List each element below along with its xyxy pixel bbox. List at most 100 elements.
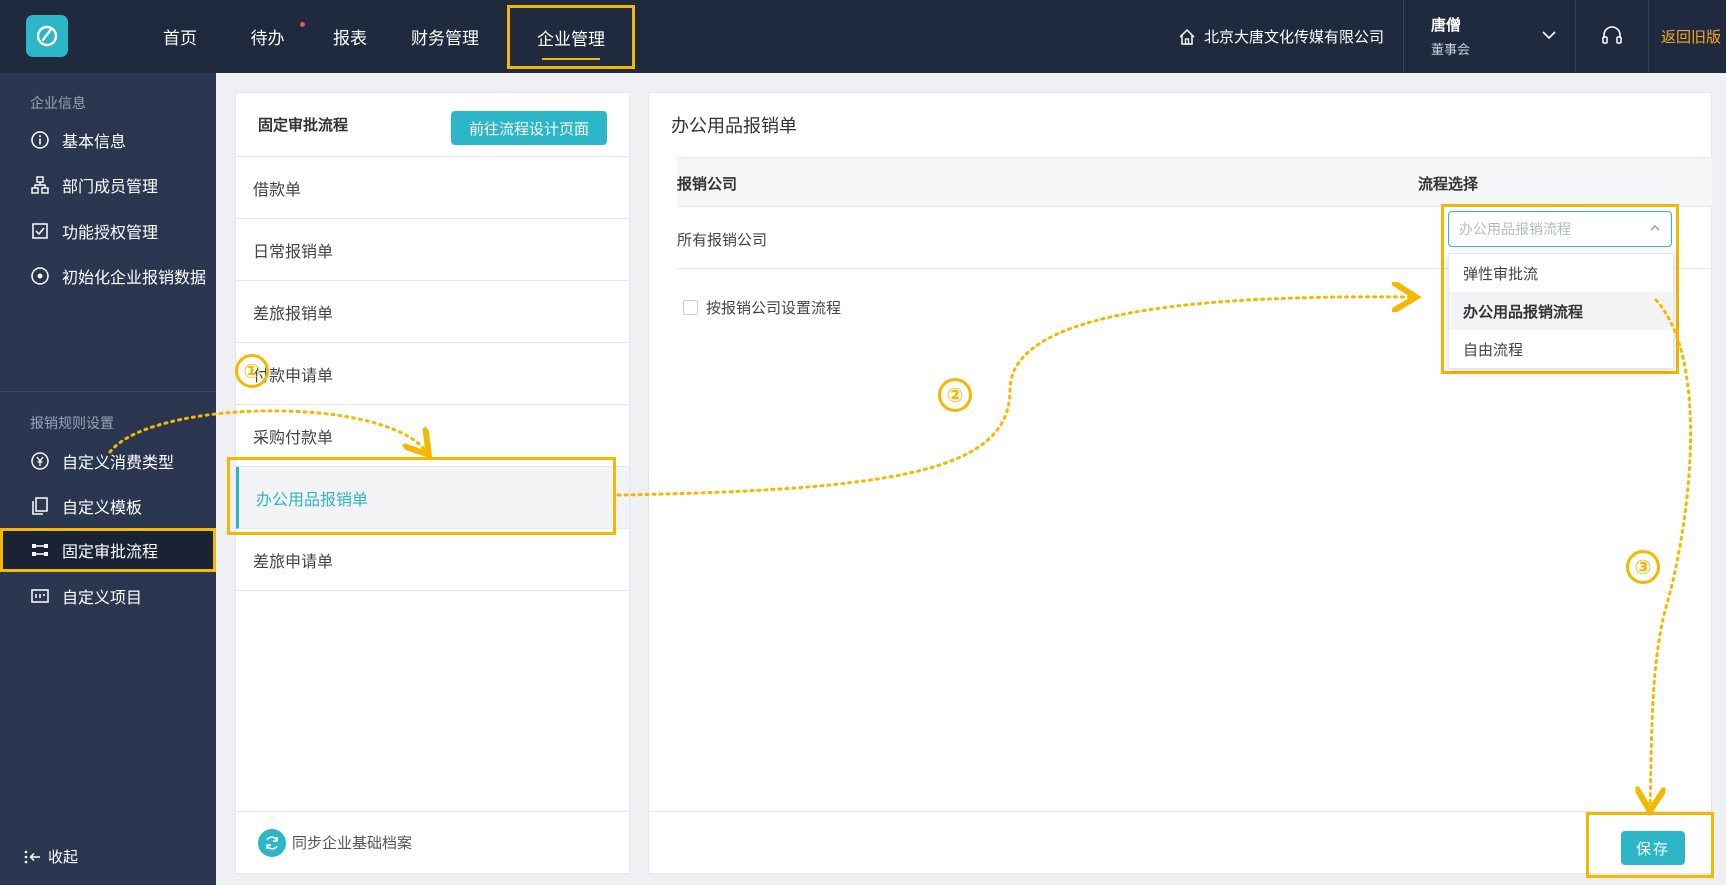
home-icon: [1179, 28, 1195, 45]
panel-title: 固定审批流程: [258, 117, 349, 134]
sidebar-item-init-data[interactable]: 初始化企业报销数据: [0, 254, 216, 298]
list-item-travel-request[interactable]: 差旅申请单: [236, 529, 629, 591]
back-old-label: 返回旧版: [1661, 29, 1722, 46]
sidebar-section-reimbursement-rules: 报销规则设置: [30, 415, 114, 431]
option-flexible-approval[interactable]: 弹性审批流: [1449, 254, 1673, 292]
sidebar-item-custom-template[interactable]: 自定义模板: [0, 484, 216, 528]
sidebar-item-function-authorization[interactable]: 功能授权管理: [0, 209, 216, 253]
user-menu[interactable]: 唐僧 董事会: [1431, 14, 1470, 58]
nav-home[interactable]: 首页: [130, 0, 230, 73]
back-to-old-version-link[interactable]: 返回旧版: [1661, 0, 1721, 73]
list-item-daily-reimbursement[interactable]: 日常报销单: [236, 219, 629, 281]
user-role: 董事会: [1431, 42, 1471, 57]
list-item-label: 差旅报销单: [253, 305, 334, 323]
org-chart-icon: [30, 175, 50, 195]
set-flow-by-company-checkbox[interactable]: 按报销公司设置流程: [683, 297, 841, 318]
company-cell: 所有报销公司: [677, 232, 768, 249]
sidebar-item-basic-info[interactable]: 基本信息: [0, 118, 216, 162]
sidebar-item-custom-expense-type[interactable]: 自定义消费类型: [0, 439, 216, 483]
collapse-label: 收起: [48, 849, 79, 866]
sidebar-item-label: 部门成员管理: [62, 179, 159, 196]
list-item-purchase-payment[interactable]: 采购付款单: [236, 405, 629, 467]
nav-home-label: 首页: [163, 29, 197, 48]
nav-todo[interactable]: 待办: [230, 0, 305, 73]
company-switcher[interactable]: 北京大唐文化传媒有限公司: [1178, 0, 1384, 73]
nav-reports[interactable]: 报表: [305, 0, 395, 73]
sidebar-item-label: 固定审批流程: [62, 544, 159, 561]
list-item-travel-reimbursement[interactable]: 差旅报销单: [236, 281, 629, 343]
sidebar-item-label: 功能授权管理: [62, 225, 159, 242]
step-3-label: ③: [1634, 556, 1652, 579]
info-icon: [30, 130, 50, 150]
chevron-up-icon: [1650, 225, 1660, 231]
collapse-icon: [24, 850, 40, 863]
goto-flow-design-label: 前往流程设计页面: [468, 120, 589, 138]
sidebar-item-label: 自定义模板: [62, 500, 143, 517]
sync-label: 同步企业基础档案: [292, 835, 413, 852]
list-item-label: 办公用品报销单: [256, 491, 369, 509]
nav-finance-label: 财务管理: [411, 29, 479, 48]
sync-icon: [258, 828, 286, 857]
flow-icon: [30, 540, 50, 560]
chevron-down-icon[interactable]: [1540, 26, 1558, 44]
nav-enterprise-management[interactable]: 企业管理: [507, 5, 635, 69]
user-name: 唐僧: [1431, 17, 1462, 34]
flow-select-placeholder: 办公用品报销流程: [1459, 221, 1571, 237]
sidebar-item-custom-project[interactable]: 自定义项目: [0, 574, 216, 618]
headset-icon[interactable]: [1600, 24, 1624, 48]
sidebar-item-label: 基本信息: [62, 134, 127, 151]
list-item-office-supplies-reimbursement[interactable]: 办公用品报销单: [236, 467, 629, 529]
nav-todo-label: 待办: [250, 29, 285, 48]
list-item-label: 差旅申请单: [253, 553, 334, 571]
divider: [1403, 0, 1404, 73]
flow-settings-panel: 办公用品报销单 报销公司 流程选择 所有报销公司 办公用品报销流程 弹性审批流 …: [648, 92, 1712, 874]
step-2-marker: ②: [938, 378, 972, 412]
column-header-flow: 流程选择: [1418, 176, 1479, 193]
checkbox-icon: [30, 221, 50, 241]
project-icon: [30, 586, 50, 606]
sidebar-item-fixed-approval-flow[interactable]: 固定审批流程: [0, 528, 216, 572]
table-header: 报销公司 流程选择: [677, 157, 1712, 207]
step-2-label: ②: [946, 384, 964, 407]
panel-footer: [649, 811, 1711, 873]
step-1-marker: ①: [235, 354, 269, 388]
sidebar-item-label: 初始化企业报销数据: [62, 270, 207, 287]
divider: [1575, 0, 1576, 73]
goto-flow-design-button[interactable]: 前往流程设计页面: [450, 111, 607, 145]
sidebar-section-enterprise-info: 企业信息: [30, 95, 86, 111]
flow-select-highlight: 办公用品报销流程 弹性审批流 办公用品报销流程 自由流程: [1441, 204, 1679, 374]
nav-finance[interactable]: 财务管理: [395, 0, 495, 73]
main-nav: 首页 待办 报表 财务管理 企业管理: [130, 0, 635, 73]
table-row: 所有报销公司 办公用品报销流程 弹性审批流 办公用品报销流程 自由流程: [677, 204, 1712, 374]
save-label: 保存: [1635, 840, 1670, 858]
option-office-supplies-flow[interactable]: 办公用品报销流程: [1449, 292, 1673, 330]
yen-icon: [30, 451, 50, 471]
target-icon: [30, 266, 50, 286]
list-item-label: 借款单: [253, 181, 302, 199]
list-item-loan-form[interactable]: 借款单: [236, 157, 629, 219]
sidebar-collapse-button[interactable]: 收起: [24, 846, 78, 867]
sync-enterprise-archive-button[interactable]: 同步企业基础档案: [236, 811, 629, 873]
column-header-company: 报销公司: [677, 176, 738, 193]
list-item-payment-request[interactable]: 付款申请单: [236, 343, 629, 405]
sidebar-item-label: 自定义消费类型: [62, 455, 175, 472]
sidebar: 企业信息 基本信息 部门成员管理 功能授权管理 初始化企业报销数据 报销规则设置…: [0, 73, 216, 885]
list-item-label: 日常报销单: [253, 243, 334, 261]
logo-icon: [36, 25, 58, 47]
form-title: 办公用品报销单: [671, 116, 797, 136]
option-label: 办公用品报销流程: [1463, 303, 1584, 321]
save-highlight: 保存: [1586, 812, 1714, 878]
checkbox[interactable]: [683, 300, 698, 315]
flow-select[interactable]: 办公用品报销流程: [1448, 211, 1672, 247]
sidebar-item-label: 自定义项目: [62, 590, 143, 607]
option-free-flow[interactable]: 自由流程: [1449, 330, 1673, 368]
panel-header: 固定审批流程 前往流程设计页面: [236, 93, 629, 157]
sidebar-item-department-members[interactable]: 部门成员管理: [0, 163, 216, 207]
nav-enterprise-label: 企业管理: [537, 29, 605, 49]
app-logo[interactable]: [26, 15, 68, 57]
step-3-marker: ③: [1626, 550, 1660, 584]
flow-select-dropdown: 弹性审批流 办公用品报销流程 自由流程: [1448, 253, 1674, 369]
nav-reports-label: 报表: [333, 29, 367, 48]
save-button[interactable]: 保存: [1621, 831, 1685, 865]
divider: [1648, 0, 1649, 73]
